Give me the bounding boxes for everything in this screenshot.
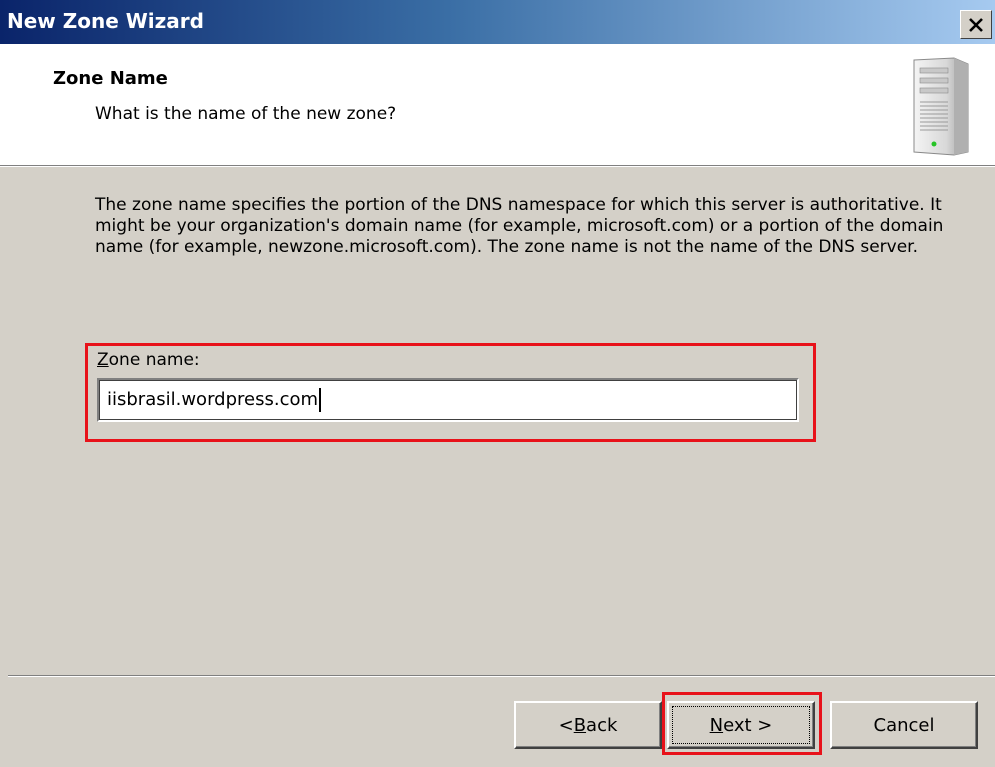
window-title: New Zone Wizard xyxy=(7,9,204,33)
title-bar: New Zone Wizard xyxy=(0,0,995,44)
zone-description: The zone name specifies the portion of t… xyxy=(95,195,944,257)
server-icon xyxy=(913,57,969,156)
close-icon xyxy=(969,17,983,32)
zone-name-input[interactable]: iisbrasil.wordpress.com xyxy=(97,378,799,422)
footer-separator xyxy=(8,675,995,677)
page-title: Zone Name xyxy=(53,68,168,89)
zone-name-value: iisbrasil.wordpress.com xyxy=(107,388,322,412)
close-button[interactable] xyxy=(960,10,992,39)
header-separator xyxy=(0,165,995,167)
next-button-highlight xyxy=(662,692,822,755)
zone-name-label: Zone name: xyxy=(97,350,200,370)
back-button[interactable]: < Back xyxy=(514,701,662,749)
page-subtitle: What is the name of the new zone? xyxy=(95,104,397,124)
cancel-button[interactable]: Cancel xyxy=(830,701,978,749)
